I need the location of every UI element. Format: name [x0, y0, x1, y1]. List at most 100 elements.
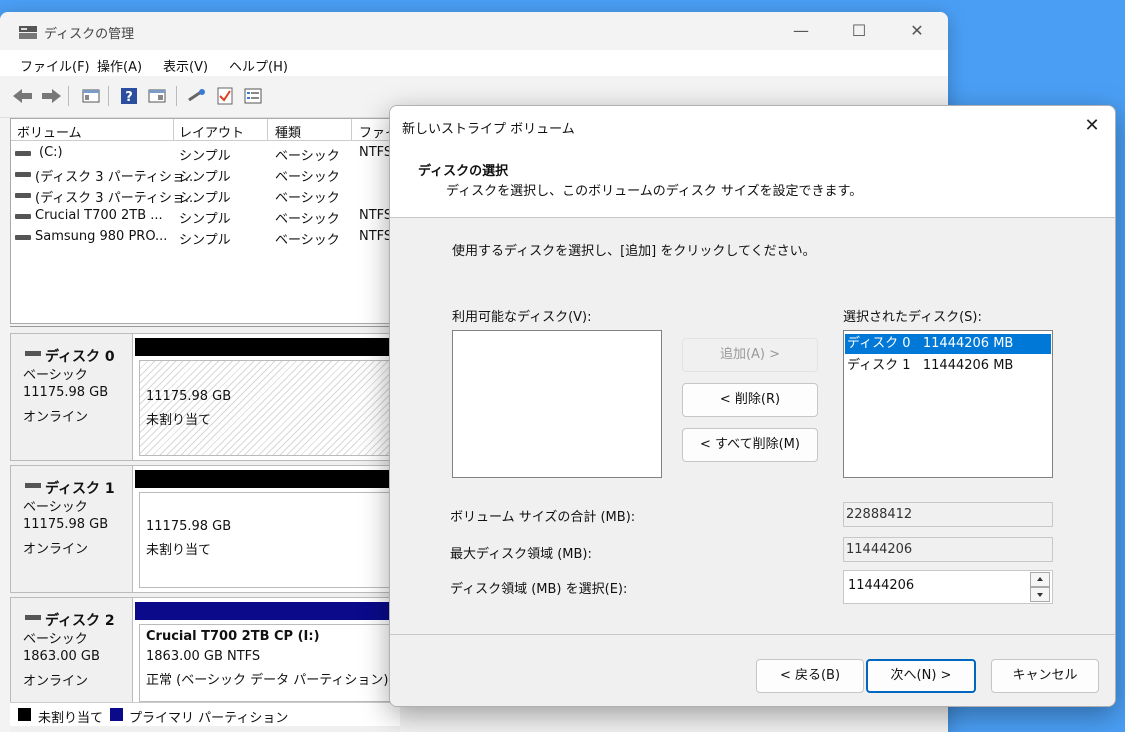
legend: 未割り当て プライマリ パーティション	[10, 702, 400, 726]
disk-row: ディスク 1 ベーシック 11175.98 GB オンライン 11175.98 …	[10, 465, 400, 593]
volume-name: (C:)	[39, 145, 63, 160]
cancel-button[interactable]: キャンセル	[991, 659, 1099, 693]
menu-file[interactable]: ファイル(F)	[20, 56, 90, 75]
column-divider[interactable]	[267, 119, 268, 141]
selected-disks-label: 選択されたディスク(S):	[843, 310, 982, 325]
volume-row[interactable]: (C:) シンプル ベーシック NTFS	[11, 143, 399, 164]
volume-name: Crucial T700 2TB ...	[35, 208, 163, 223]
remove-button[interactable]: < 削除(R)	[682, 383, 818, 417]
disk-icon	[25, 615, 41, 620]
volume-row[interactable]: Crucial T700 2TB ... シンプル ベーシック NTFS	[11, 206, 399, 227]
legend-unallocated: 未割り当て	[38, 711, 104, 726]
toolbar-separator	[108, 86, 109, 106]
wizard-footer: < 戻る(B) 次へ(N) > キャンセル	[390, 634, 1115, 706]
wizard-header-subtitle: ディスクを選択し、このボリュームのディスク サイズを設定できます。	[446, 184, 863, 199]
forward-arrow-icon[interactable]	[40, 85, 62, 107]
volume-layout: シンプル	[179, 170, 231, 185]
column-layout[interactable]: レイアウト	[179, 122, 244, 141]
disk-space-input[interactable]: 11444206	[848, 578, 914, 593]
minimize-button[interactable]: —	[772, 12, 830, 50]
menu-help[interactable]: ヘルプ(H)	[229, 56, 288, 75]
toolbar-separator	[176, 86, 177, 106]
unallocated-swatch	[18, 708, 31, 721]
connect-icon[interactable]	[186, 85, 208, 107]
properties-icon[interactable]	[242, 85, 264, 107]
primary-partition-strip	[135, 602, 399, 620]
volume-filesystem: NTFS	[359, 145, 393, 160]
unallocated-strip	[135, 470, 399, 488]
disk-info[interactable]: ディスク 1 ベーシック 11175.98 GB オンライン	[11, 466, 133, 592]
primary-partition[interactable]: Crucial T700 2TB CP (I:) 1863.00 GB NTFS…	[139, 624, 399, 702]
down-arrow-icon	[1037, 593, 1043, 597]
back-button[interactable]: < 戻る(B)	[756, 659, 864, 693]
title-bar: ディスクの管理 — ☐ ✕	[0, 12, 948, 50]
drive-icon	[15, 151, 31, 156]
partition-label: Crucial T700 2TB CP (I:)	[146, 629, 320, 644]
svg-text:?: ?	[125, 90, 133, 105]
window-title: ディスクの管理	[44, 27, 135, 42]
back-arrow-icon[interactable]	[12, 85, 34, 107]
menu-bar: ファイル(F) 操作(A) 表示(V) ヘルプ(H)	[0, 50, 948, 76]
selected-disks-list[interactable]: ディスク 0 11444206 MB ディスク 1 11444206 MB	[843, 330, 1053, 478]
volume-row[interactable]: (ディスク 3 パーティショ... シンプル ベーシック	[11, 164, 399, 185]
spin-up-button[interactable]	[1030, 572, 1050, 587]
new-striped-volume-wizard: 新しいストライプ ボリューム ✕ ディスクの選択 ディスクを選択し、このボリュー…	[389, 105, 1116, 707]
selected-disk-item[interactable]: ディスク 1 11444206 MB	[845, 356, 1051, 376]
total-size-label: ボリューム サイズの合計 (MB):	[450, 510, 636, 525]
wizard-header-title: ディスクの選択	[418, 164, 509, 179]
toolbar-separator	[68, 86, 69, 106]
available-disks-label: 利用可能なディスク(V):	[452, 310, 592, 325]
check-icon[interactable]	[214, 85, 236, 107]
disk-icon	[25, 483, 41, 488]
action-pane-icon[interactable]	[146, 85, 168, 107]
next-button[interactable]: 次へ(N) >	[866, 659, 976, 693]
partition-status: 正常 (ベーシック データ パーティション)	[146, 673, 389, 688]
volume-type: ベーシック	[275, 191, 340, 206]
wizard-header: ディスクの選択 ディスクを選択し、このボリュームのディスク サイズを設定できます…	[390, 146, 1115, 218]
volume-row[interactable]: (ディスク 3 パーティショ... シンプル ベーシック	[11, 185, 399, 206]
console-tree-icon[interactable]	[80, 85, 102, 107]
help-icon[interactable]: ?	[118, 85, 140, 107]
maximize-button[interactable]: ☐	[830, 12, 888, 50]
partition-status: 未割り当て	[146, 543, 212, 558]
spin-down-button[interactable]	[1030, 587, 1050, 602]
up-arrow-icon	[1037, 577, 1043, 581]
unallocated-partition[interactable]: 11175.98 GB 未割り当て	[139, 360, 399, 456]
column-divider[interactable]	[173, 119, 174, 141]
disk-info[interactable]: ディスク 0 ベーシック 11175.98 GB オンライン	[11, 334, 133, 460]
select-space-label: ディスク領域 (MB) を選択(E):	[450, 582, 628, 597]
column-volume[interactable]: ボリューム	[17, 122, 82, 141]
disk-info[interactable]: ディスク 2 ベーシック 1863.00 GB オンライン	[11, 598, 133, 706]
volume-layout: シンプル	[179, 212, 231, 227]
disk-kind: ベーシック	[23, 500, 88, 515]
disk-icon	[25, 351, 41, 356]
volume-list: ボリューム レイアウト 種類 ファイ (C:) シンプル ベーシック NTFS …	[10, 118, 400, 324]
max-space-label: 最大ディスク領域 (MB):	[450, 547, 592, 562]
remove-all-button[interactable]: < すべて削除(M)	[682, 428, 818, 462]
column-divider[interactable]	[351, 119, 352, 141]
drive-icon	[15, 193, 31, 198]
volume-name: (ディスク 3 パーティショ...	[35, 170, 198, 185]
disk-status: オンライン	[23, 542, 89, 557]
close-button[interactable]: ✕	[888, 12, 946, 50]
disk-kind: ベーシック	[23, 632, 88, 647]
disk-size: 11175.98 GB	[23, 517, 109, 532]
partition-size: 11175.98 GB	[146, 389, 232, 404]
volume-row[interactable]: Samsung 980 PRO... シンプル ベーシック NTFS	[11, 227, 399, 248]
volume-layout: シンプル	[179, 191, 231, 206]
disk-name: ディスク 0	[45, 349, 115, 365]
column-type[interactable]: 種類	[275, 122, 301, 141]
add-button[interactable]: 追加(A) >	[682, 338, 818, 372]
wizard-title-bar: 新しいストライプ ボリューム ✕	[390, 106, 1115, 146]
wizard-close-button[interactable]: ✕	[1079, 113, 1105, 139]
volume-type: ベーシック	[275, 170, 340, 185]
menu-view[interactable]: 表示(V)	[163, 56, 208, 75]
available-disks-list[interactable]	[452, 330, 662, 478]
unallocated-strip	[135, 338, 399, 356]
disk-row: ディスク 0 ベーシック 11175.98 GB オンライン 11175.98 …	[10, 333, 400, 461]
menu-action[interactable]: 操作(A)	[97, 56, 142, 75]
selected-disk-item[interactable]: ディスク 0 11444206 MB	[845, 334, 1051, 354]
unallocated-partition[interactable]: 11175.98 GB 未割り当て	[139, 492, 399, 588]
legend-primary: プライマリ パーティション	[129, 711, 289, 726]
instruction-text: 使用するディスクを選択し、[追加] をクリックしてください。	[452, 244, 816, 259]
